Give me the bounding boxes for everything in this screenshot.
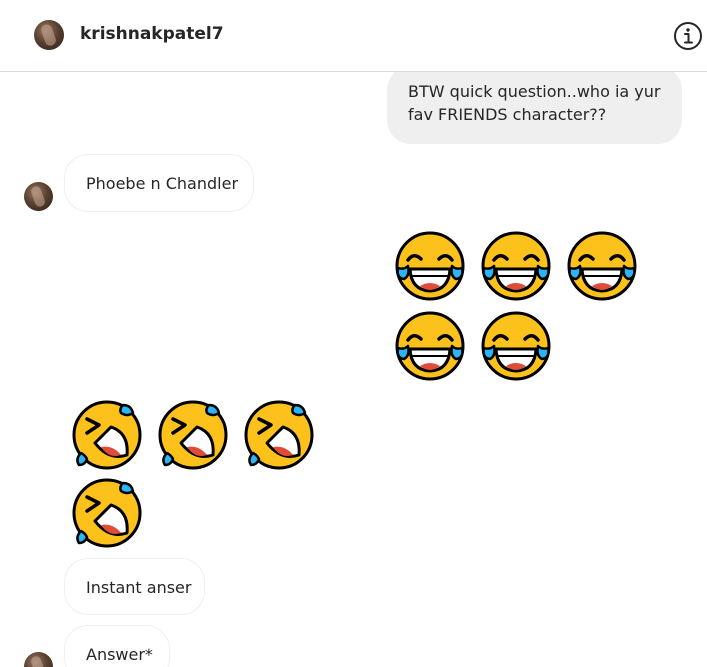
sender-avatar[interactable] <box>24 652 53 667</box>
rofl-emoji-icon <box>243 399 315 471</box>
message-bubble-incoming[interactable]: Phoebe n Chandler <box>64 154 254 212</box>
info-icon[interactable] <box>673 21 703 51</box>
message-line: BTW quick question..who ia yur <box>408 82 661 101</box>
tears-of-joy-emoji-icon <box>480 310 552 382</box>
rofl-emoji-icon <box>71 399 143 471</box>
message-thread[interactable]: BTW quick question..who ia yur fav FRIEN… <box>0 72 707 667</box>
message-text: Phoebe n Chandler <box>86 174 239 193</box>
tears-of-joy-emoji-icon <box>566 230 638 302</box>
tears-of-joy-emoji-icon <box>394 230 466 302</box>
username[interactable]: krishnakpatel7 <box>80 24 224 44</box>
sender-avatar[interactable] <box>24 182 53 211</box>
message-text: Answer* <box>86 645 153 664</box>
tears-of-joy-emoji-icon <box>480 230 552 302</box>
tears-of-joy-emoji-icon <box>394 310 466 382</box>
conversation-header: krishnakpatel7 <box>0 0 707 72</box>
message-bubble-outgoing[interactable]: BTW quick question..who ia yur fav FRIEN… <box>387 72 682 144</box>
message-line: fav FRIENDS character?? <box>408 105 607 124</box>
rofl-emoji-icon <box>157 399 229 471</box>
message-text: Instant anser <box>86 578 192 597</box>
rofl-emoji-icon <box>71 477 143 549</box>
message-bubble-incoming[interactable]: Answer* <box>64 625 170 667</box>
profile-avatar[interactable] <box>34 20 64 50</box>
message-bubble-incoming[interactable]: Instant anser <box>64 558 205 615</box>
